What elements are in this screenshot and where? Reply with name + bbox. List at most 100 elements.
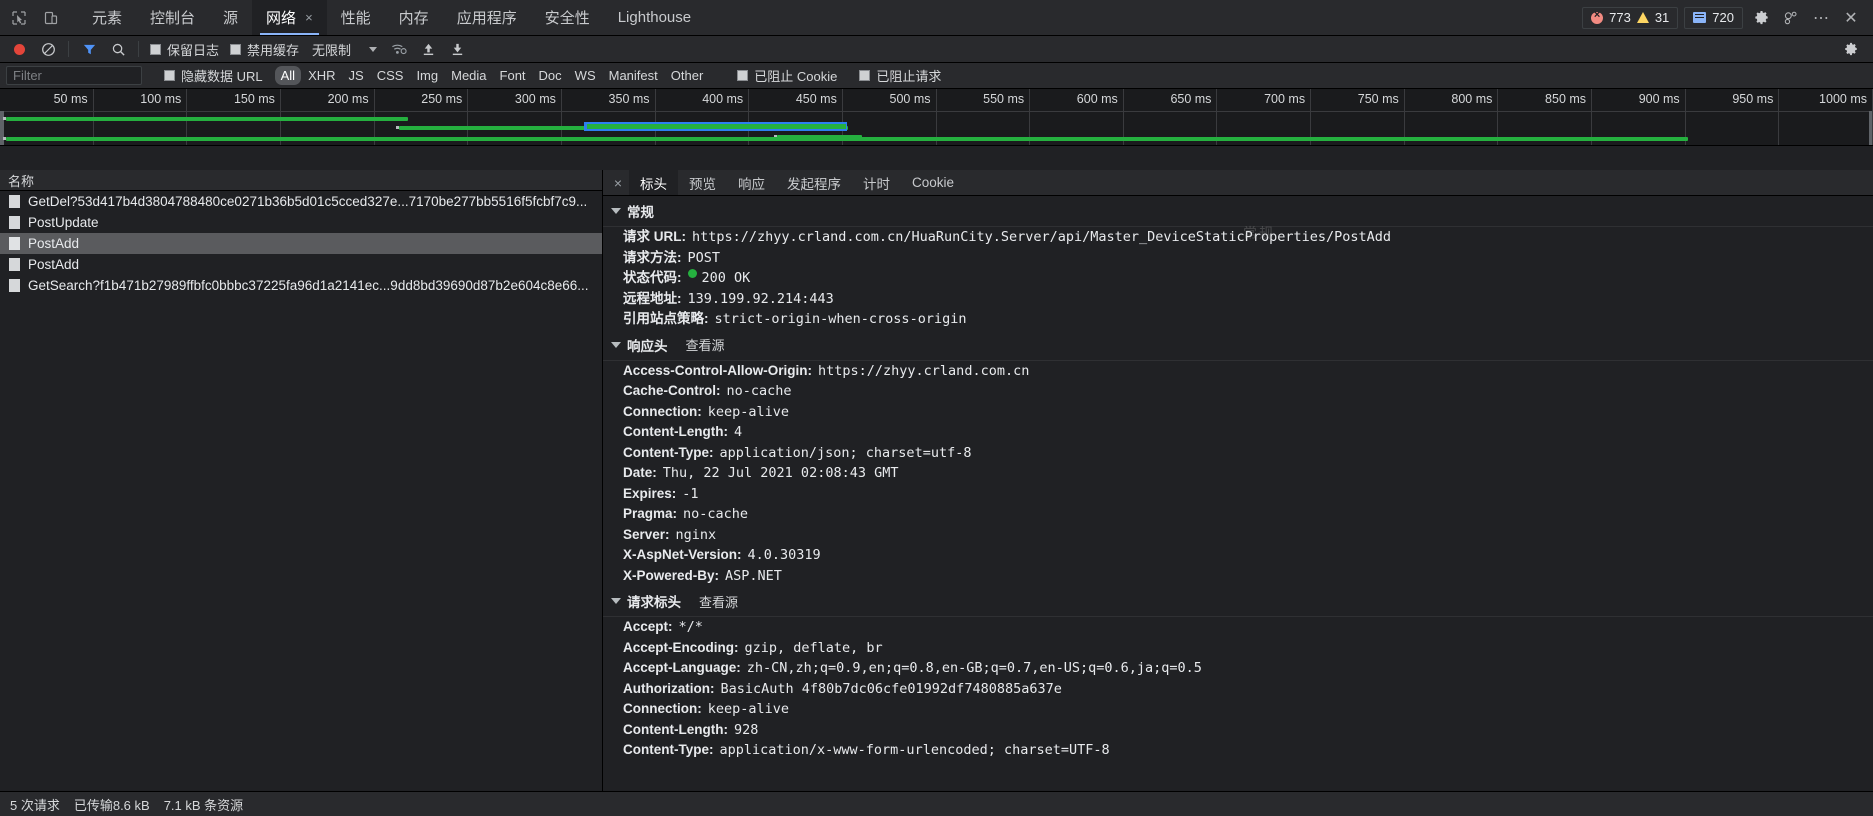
hide-data-urls-checkbox[interactable]: 隐藏数据 URL [160, 66, 267, 85]
type-filter-xhr[interactable]: XHR [302, 66, 341, 85]
header-row: Authorization: BasicAuth 4f80b7dc06cfe019… [603, 679, 1873, 700]
detail-section-header[interactable]: 请求标头 查看源 [603, 586, 1873, 617]
detail-section-header[interactable]: 响应头 查看源 [603, 330, 1873, 361]
message-counter[interactable]: 720 [1684, 6, 1743, 29]
type-filter-media[interactable]: Media [445, 66, 492, 85]
network-main-split: 名称 GetDel?53d417b4d3804788480ce0271b36b5… [0, 170, 1873, 791]
close-devtools-icon[interactable]: ✕ [1839, 6, 1863, 30]
header-row: Pragma: no-cache [603, 504, 1873, 525]
tab-lighthouse[interactable]: Lighthouse [604, 0, 705, 35]
header-key: Authorization: [623, 680, 715, 696]
request-list-header: 名称 [0, 170, 602, 191]
header-row: Server: nginx [603, 525, 1873, 546]
request-row[interactable]: PostUpdate [0, 212, 602, 233]
header-key: Content-Length: [623, 721, 728, 737]
tab-security[interactable]: 安全性 [531, 0, 604, 35]
filter-input[interactable] [6, 66, 142, 85]
throttling-select[interactable]: 无限制 [306, 40, 383, 59]
type-filter-all[interactable]: All [274, 66, 302, 85]
tab-application[interactable]: 应用程序 [443, 0, 531, 35]
dock-position-icon[interactable] [1779, 6, 1803, 30]
detail-section-title: 响应头 [627, 338, 668, 354]
tab-elements[interactable]: 元素 [78, 0, 136, 35]
header-row: X-AspNet-Version: 4.0.30319 [603, 545, 1873, 566]
blocked-cookies-checkbox[interactable]: 已阻止 Cookie [733, 66, 841, 85]
tab-label: 性能 [340, 10, 371, 27]
request-row[interactable]: PostAdd [0, 233, 602, 254]
request-row[interactable]: GetDel?53d417b4d3804788480ce0271b36b5d01… [0, 191, 602, 212]
disable-cache-checkbox[interactable]: 禁用缓存 [226, 40, 303, 59]
network-settings-area [1839, 37, 1867, 61]
tab-performance[interactable]: 性能 [327, 0, 385, 35]
chevron-down-icon[interactable] [611, 208, 621, 214]
tab-initiator[interactable]: 发起程序 [776, 170, 852, 195]
tab-memory[interactable]: 内存 [385, 0, 443, 35]
search-button[interactable] [105, 38, 131, 60]
header-row: X-Powered-By: ASP.NET [603, 566, 1873, 587]
header-value: 4 [733, 424, 743, 440]
header-value: BasicAuth 4f80b7dc06cfe01992df7480885a63… [720, 680, 1062, 697]
header-row: Connection: keep-alive [603, 699, 1873, 720]
chevron-down-icon[interactable] [611, 598, 621, 604]
network-overview-timeline[interactable]: 50 ms 100 ms 150 ms 200 ms 250 ms 300 ms 350 m… [0, 89, 1873, 146]
clear-button[interactable] [35, 38, 61, 60]
request-name: GetSearch?f1b471b27989ffbfc0bbbc37225fa9… [28, 278, 589, 293]
header-value: no-cache [726, 383, 792, 399]
type-filter-ws[interactable]: WS [569, 66, 602, 85]
header-value: ASP.NET [725, 567, 782, 584]
transferred-size: 已传输8.6 kB [73, 797, 150, 813]
detail-section-header[interactable]: 常规 [603, 196, 1873, 227]
filter-toggle-button[interactable] [76, 38, 102, 60]
request-row[interactable]: GetSearch?f1b471b27989ffbfc0bbbc37225fa9… [0, 275, 602, 296]
record-button[interactable] [6, 38, 32, 60]
request-count: 5 次请求 [10, 797, 60, 813]
device-toolbar-icon[interactable] [40, 7, 62, 29]
tab-cookies[interactable]: Cookie [901, 170, 965, 195]
close-icon[interactable]: × [305, 10, 313, 25]
tab-console[interactable]: 控制台 [136, 0, 209, 35]
header-key: X-AspNet-Version: [623, 547, 742, 562]
file-icon [9, 237, 20, 250]
detail-section-title: 常规 [627, 205, 654, 220]
tab-network[interactable]: 网络 × [252, 0, 327, 35]
issue-counters[interactable]: 773 31 [1582, 6, 1679, 29]
type-filter-doc[interactable]: Doc [533, 66, 568, 85]
header-row: Date: Thu, 22 Jul 2021 02:08:43 GMT [603, 463, 1873, 484]
header-key: Content-Type: [623, 742, 714, 757]
header-key: Content-Type: [623, 444, 714, 460]
tab-preview[interactable]: 预览 [678, 170, 727, 195]
type-filter-img[interactable]: Img [410, 66, 444, 85]
close-detail-icon[interactable]: × [607, 170, 629, 195]
view-source-link[interactable]: 查看源 [699, 592, 738, 611]
network-conditions-button[interactable] [386, 38, 412, 60]
tab-timing[interactable]: 计时 [852, 170, 901, 195]
message-icon [1693, 12, 1707, 23]
type-filter-other[interactable]: Other [665, 66, 710, 85]
more-options-icon[interactable]: ⋯ [1809, 6, 1833, 30]
inspect-element-icon[interactable] [8, 7, 30, 29]
chevron-down-icon[interactable] [611, 341, 621, 348]
settings-gear-icon[interactable] [1749, 6, 1773, 30]
tab-sources[interactable]: 源 [209, 0, 252, 35]
tab-headers[interactable]: 标头 [629, 170, 678, 195]
header-value: zh-CN,zh;q=0.9,en;q=0.8,en-GB;q=0.7,en-U… [746, 660, 1202, 676]
type-filter-css[interactable]: CSS [371, 66, 410, 85]
tab-label: 内存 [398, 10, 429, 27]
type-filter-js[interactable]: JS [343, 66, 370, 85]
request-list-panel: 名称 GetDel?53d417b4d3804788480ce0271b36b5… [0, 170, 603, 791]
request-name: GetDel?53d417b4d3804788480ce0271b36b5d01… [28, 194, 588, 209]
type-filter-manifest[interactable]: Manifest [603, 66, 664, 85]
checkbox-box [150, 43, 161, 55]
network-settings-gear-icon[interactable] [1839, 37, 1863, 61]
request-list-body[interactable]: GetDel?53d417b4d3804788480ce0271b36b5d01… [0, 191, 602, 791]
request-row[interactable]: PostAdd [0, 254, 602, 275]
tab-label: 源 [223, 10, 239, 27]
import-har-button[interactable] [415, 38, 441, 60]
blocked-requests-checkbox[interactable]: 已阻止请求 [855, 66, 945, 85]
tab-response[interactable]: 响应 [727, 170, 776, 195]
view-source-link[interactable]: 查看源 [686, 335, 725, 354]
type-filter-font[interactable]: Font [494, 66, 532, 85]
export-har-button[interactable] [444, 38, 470, 60]
tab-label: 元素 [92, 10, 123, 27]
preserve-log-checkbox[interactable]: 保留日志 [146, 40, 223, 59]
